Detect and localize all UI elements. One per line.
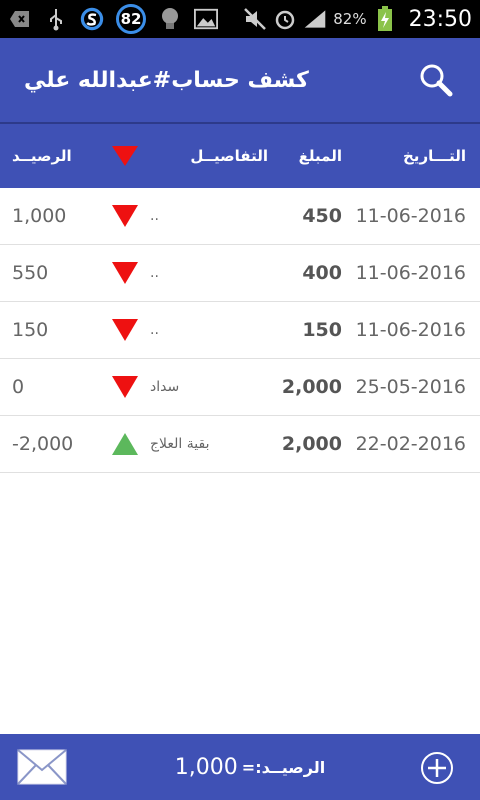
mail-button[interactable]: [16, 748, 68, 786]
header-arrow: [108, 124, 142, 188]
clock: 23:50: [408, 6, 472, 32]
header-date: التـــاريخ: [403, 147, 466, 165]
bottom-bar: 1,000 الرصيــد:=: [0, 734, 480, 800]
row-amount: 2,000: [281, 433, 342, 455]
header-balance: الرصيــد: [12, 147, 72, 165]
row-date: 11-06-2016: [355, 262, 466, 284]
battery-percent: 82%: [333, 10, 367, 28]
image-icon: [194, 7, 218, 31]
arrow-up-icon: [112, 433, 138, 455]
table-header: الرصيــد التفاصيــل المبلغ التـــاريخ: [0, 122, 480, 188]
search-icon: [420, 64, 453, 97]
sync-icon: [80, 7, 104, 31]
search-button[interactable]: [416, 60, 456, 100]
table-row[interactable]: 150 .. 150 11-06-2016: [0, 302, 480, 359]
lightbulb-icon: [158, 7, 182, 31]
total-value: 1,000: [174, 754, 238, 780]
transaction-list: 1,000 .. 450 11-06-2016 550 .. 400 11-06…: [0, 188, 480, 473]
add-circle-icon: [421, 752, 453, 784]
row-balance: 150: [12, 319, 49, 341]
arrow-down-icon: [112, 376, 138, 398]
battery-charging-icon: [373, 6, 397, 31]
header-amount: المبلغ: [298, 147, 342, 165]
row-details: ..: [150, 322, 159, 338]
row-balance: 550: [12, 262, 49, 284]
table-row[interactable]: -2,000 بقية العلاج 2,000 22-02-2016: [0, 416, 480, 473]
row-balance: -2,000: [12, 433, 74, 455]
total-balance: 1,000 الرصيــد:=: [150, 734, 350, 800]
row-balance: 1,000: [12, 205, 67, 227]
row-amount: 2,000: [281, 376, 342, 398]
total-label: الرصيــد:=: [241, 757, 326, 777]
status-bar: 82 82% 23:50: [0, 0, 480, 38]
table-row[interactable]: 0 سداد 2,000 25-05-2016: [0, 359, 480, 416]
row-details: ..: [150, 208, 159, 224]
back-icon: [8, 7, 32, 31]
row-date: 11-06-2016: [355, 319, 466, 341]
table-row[interactable]: 1,000 .. 450 11-06-2016: [0, 188, 480, 245]
add-button[interactable]: [420, 751, 454, 785]
row-amount: 400: [302, 262, 342, 284]
row-balance: 0: [12, 376, 25, 398]
row-details: سداد: [150, 379, 180, 395]
usb-icon: [44, 7, 68, 31]
arrow-down-icon: [112, 146, 138, 166]
row-date: 11-06-2016: [355, 205, 466, 227]
signal-icon: [303, 7, 327, 31]
page-title: كشف حساب#عبدالله علي: [24, 67, 309, 93]
arrow-down-icon: [112, 205, 138, 227]
row-date: 25-05-2016: [355, 376, 466, 398]
arrow-down-icon: [112, 319, 138, 341]
row-arrow: [108, 188, 142, 244]
mute-icon: [243, 7, 267, 31]
table-row[interactable]: 550 .. 400 11-06-2016: [0, 245, 480, 302]
row-details: ..: [150, 265, 159, 281]
row-amount: 150: [302, 319, 342, 341]
row-date: 22-02-2016: [355, 433, 466, 455]
alarm-icon: [273, 7, 297, 31]
row-arrow: [108, 416, 142, 472]
row-amount: 450: [302, 205, 342, 227]
row-details: بقية العلاج: [150, 436, 210, 452]
mail-icon: [17, 749, 67, 785]
row-arrow: [108, 245, 142, 301]
badge-icon: 82: [116, 4, 146, 34]
arrow-down-icon: [112, 262, 138, 284]
app-bar: كشف حساب#عبدالله علي: [0, 38, 480, 122]
row-arrow: [108, 359, 142, 415]
header-details: التفاصيــل: [190, 147, 268, 165]
row-arrow: [108, 302, 142, 358]
